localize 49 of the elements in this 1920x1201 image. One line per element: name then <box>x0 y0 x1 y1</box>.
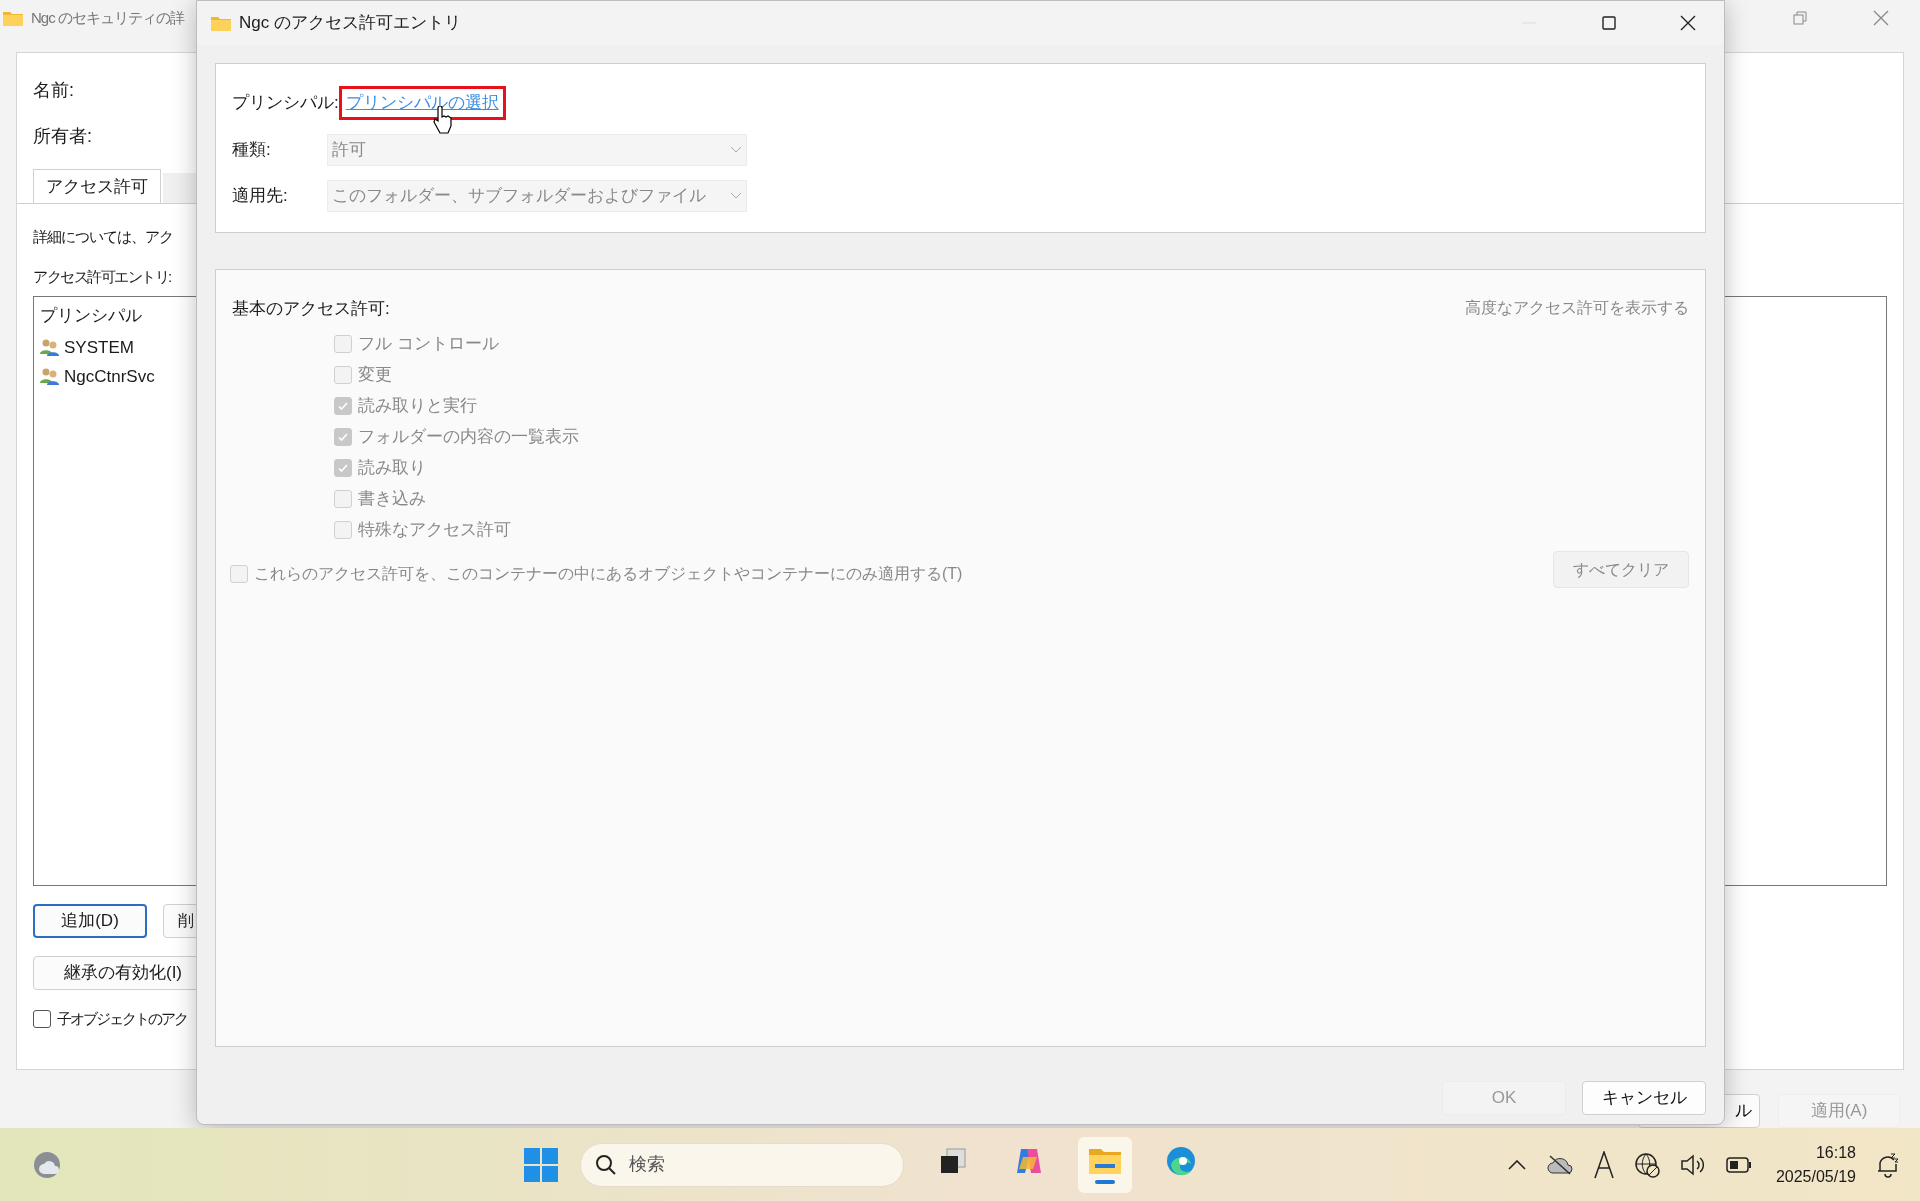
users-icon <box>40 367 60 386</box>
edge-icon[interactable] <box>1164 1144 1197 1177</box>
field-label: 適用先: <box>232 184 289 207</box>
entries-label: アクセス許可エントリ: <box>33 266 171 287</box>
close-icon[interactable] <box>1680 15 1696 31</box>
battery-icon[interactable] <box>1725 1156 1752 1173</box>
bell-snooze-icon[interactable] <box>1876 1151 1900 1178</box>
field-label: 所有者: <box>33 124 92 148</box>
advanced-permissions-link[interactable]: 高度なアクセス許可を表示する <box>1465 296 1689 326</box>
windows-logo-icon[interactable] <box>523 1147 558 1182</box>
search-icon <box>594 1153 617 1176</box>
tab[interactable]: アクセス許可 <box>33 168 161 203</box>
folder-icon <box>211 15 231 31</box>
checkbox-label: 変更 <box>358 363 392 386</box>
checkbox-label: 読み取り <box>358 456 426 479</box>
font-a-icon[interactable] <box>1593 1150 1614 1179</box>
info-text: 詳細については、アク <box>33 226 173 247</box>
button[interactable]: 追加(D) <box>33 903 147 938</box>
chevron-up-icon[interactable] <box>1507 1159 1526 1170</box>
window-title: Ngc のセキュリティの詳 <box>31 7 184 28</box>
clock-time[interactable]: 16:18 <box>1815 1140 1856 1165</box>
checkbox[interactable] <box>33 1010 51 1029</box>
checkbox-label: 読み取りと実行 <box>358 394 477 417</box>
principal-label: プリンシパル: <box>232 92 339 114</box>
field-label: 名前: <box>33 78 74 102</box>
clock-date[interactable]: 2025/05/19 <box>1775 1164 1856 1189</box>
chevron-down-icon <box>730 145 742 154</box>
checkbox-label: フル コントロール <box>358 332 499 355</box>
restore-icon[interactable] <box>1793 10 1807 25</box>
speaker-icon[interactable] <box>1679 1153 1706 1176</box>
checkbox-label: 子オブジェクトのアク <box>57 1008 187 1029</box>
maximize-icon[interactable] <box>1602 16 1616 30</box>
chevron-down-icon <box>730 191 742 200</box>
field-label: 種類: <box>232 138 272 161</box>
checkbox-label: これらのアクセス許可を、このコンテナーの中にあるオブジェクトやコンテナーにのみ適用する(T) <box>254 563 963 584</box>
checkbox-label: フォルダーの内容の一覧表示 <box>358 425 579 448</box>
button[interactable]: キャンセル <box>1582 1081 1706 1115</box>
checkbox-label: 特殊なアクセス許可 <box>358 518 511 541</box>
list-item[interactable]: SYSTEM <box>64 334 134 361</box>
dialog-title: Ngc のアクセス許可エントリ <box>239 12 461 35</box>
section-title: 基本のアクセス許可: <box>232 298 390 320</box>
list-item[interactable]: NgcCtnrSvc <box>64 363 155 390</box>
checkbox-label: 書き込み <box>358 487 426 510</box>
cloud-off-icon[interactable] <box>1545 1153 1574 1176</box>
globe-icon[interactable] <box>1633 1151 1660 1178</box>
users-icon <box>40 338 60 357</box>
folder-icon <box>3 9 23 26</box>
search-field[interactable]: 検索 <box>579 1142 904 1187</box>
column-header: プリンシパル <box>40 304 142 327</box>
